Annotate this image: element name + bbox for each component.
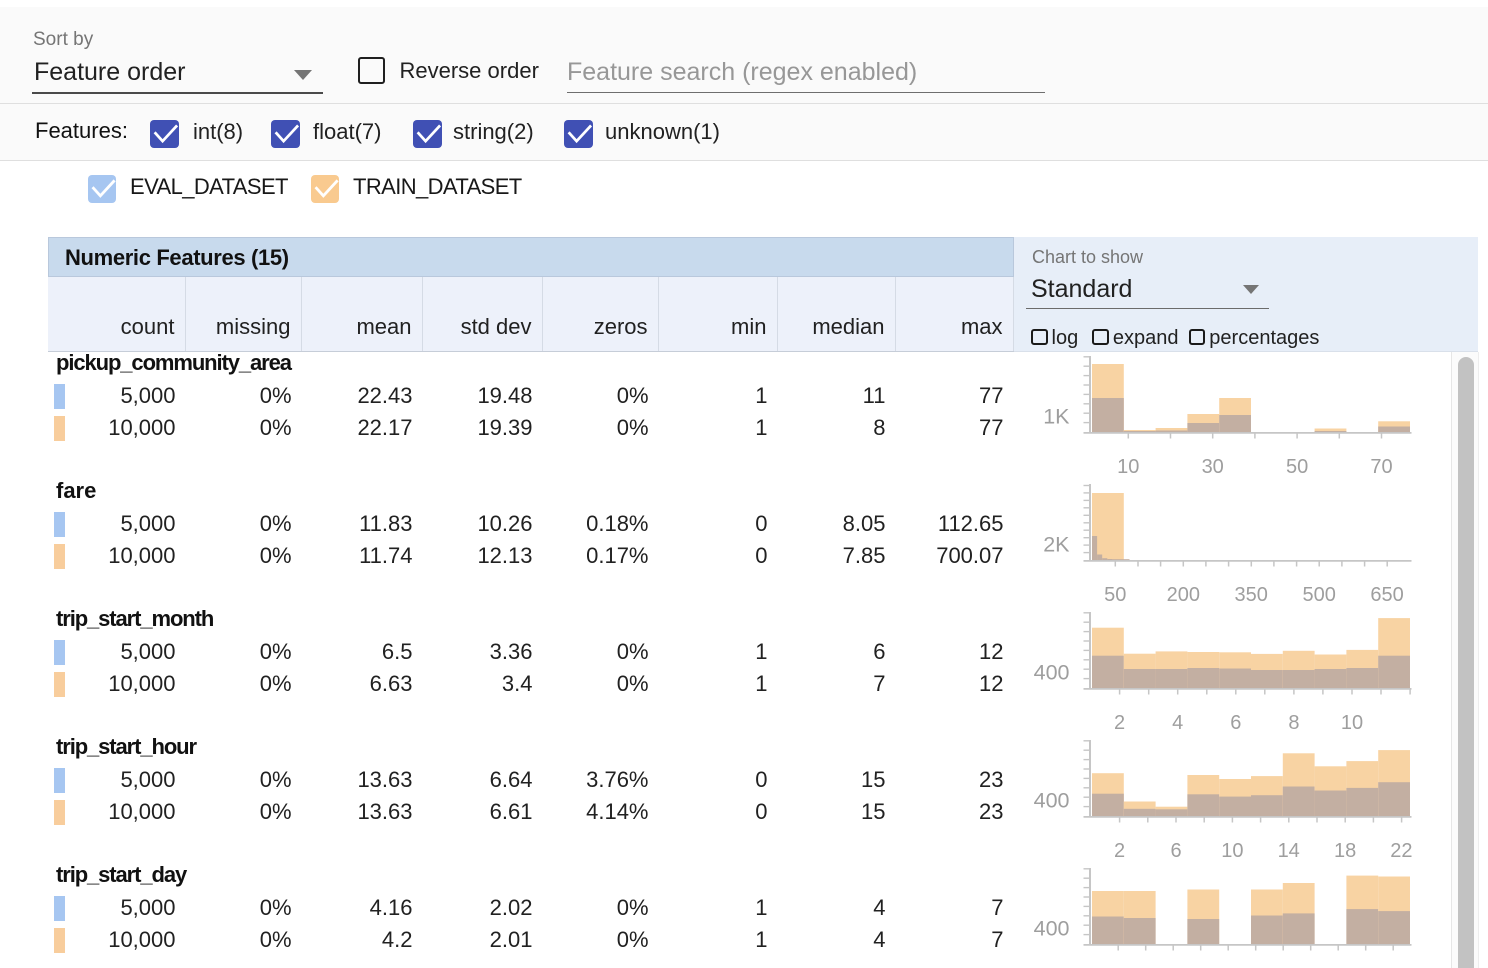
- svg-text:400: 400: [1034, 788, 1070, 812]
- svg-text:350: 350: [1235, 584, 1268, 606]
- svg-text:10: 10: [1221, 840, 1243, 862]
- svg-text:22: 22: [1390, 840, 1412, 862]
- svg-text:14: 14: [1278, 840, 1300, 862]
- svg-text:30: 30: [1202, 456, 1224, 478]
- svg-text:50: 50: [1286, 456, 1308, 478]
- svg-text:500: 500: [1303, 584, 1336, 606]
- svg-text:2: 2: [1114, 840, 1125, 862]
- svg-text:1K: 1K: [1043, 404, 1070, 428]
- svg-text:6: 6: [1230, 712, 1241, 734]
- svg-text:4: 4: [1172, 712, 1183, 734]
- svg-text:650: 650: [1370, 584, 1403, 606]
- svg-text:400: 400: [1034, 916, 1070, 940]
- svg-text:200: 200: [1167, 584, 1200, 606]
- svg-text:2K: 2K: [1043, 532, 1070, 556]
- svg-text:70: 70: [1370, 456, 1392, 478]
- svg-text:10: 10: [1117, 456, 1139, 478]
- svg-text:2: 2: [1114, 712, 1125, 734]
- svg-text:400: 400: [1034, 660, 1070, 684]
- svg-text:6: 6: [1170, 840, 1181, 862]
- svg-text:8: 8: [1288, 712, 1299, 734]
- svg-text:18: 18: [1334, 840, 1356, 862]
- svg-text:10: 10: [1341, 712, 1363, 734]
- svg-text:50: 50: [1104, 584, 1126, 606]
